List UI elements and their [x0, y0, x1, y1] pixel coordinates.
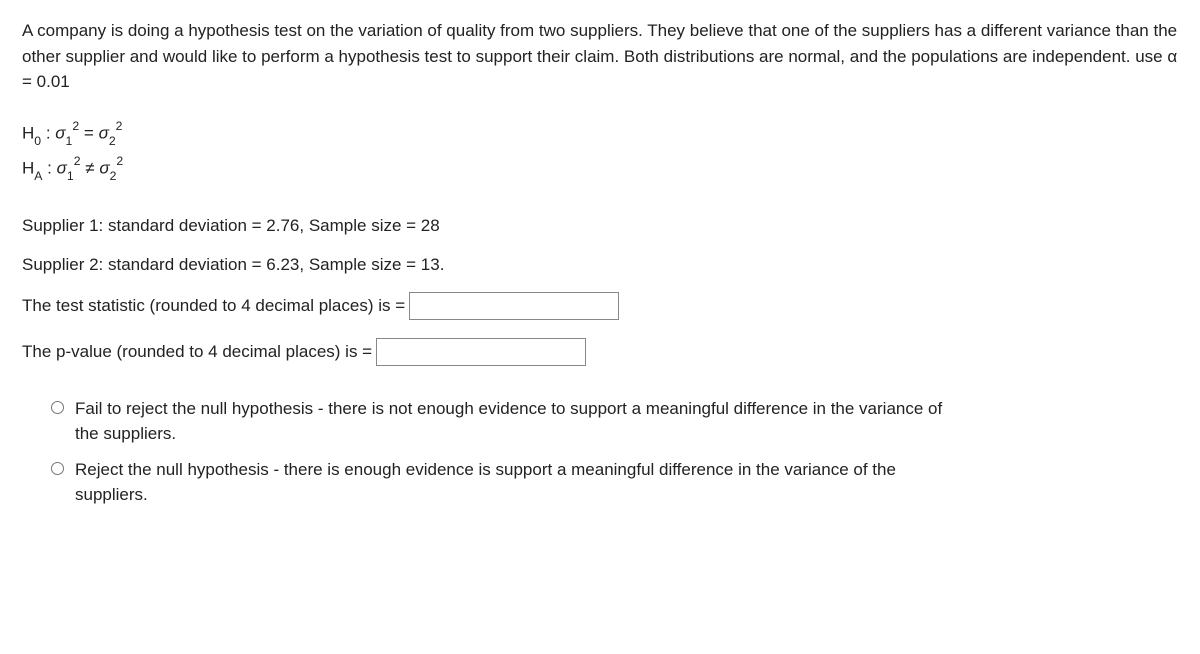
- sub-2: 2: [109, 134, 116, 148]
- sigma-2: σ: [99, 123, 109, 142]
- conclusion-options: Fail to reject the null hypothesis - the…: [22, 396, 1178, 508]
- sup-2-a: 2: [72, 119, 79, 133]
- colon-2: :: [42, 158, 56, 177]
- option-fail-to-reject[interactable]: Fail to reject the null hypothesis - the…: [46, 396, 1178, 447]
- option-reject[interactable]: Reject the null hypothesis - there is en…: [46, 457, 1178, 508]
- radio-reject[interactable]: [51, 462, 64, 475]
- pvalue-row: The p-value (rounded to 4 decimal places…: [22, 338, 1178, 366]
- ha-subscript: A: [34, 169, 42, 183]
- sup-2-b: 2: [116, 119, 123, 133]
- test-statistic-input[interactable]: [409, 292, 619, 320]
- supplier-2-info: Supplier 2: standard deviation = 6.23, S…: [22, 252, 1178, 278]
- option-2-label: Reject the null hypothesis - there is en…: [75, 457, 955, 508]
- sup-2-d: 2: [116, 154, 123, 168]
- supplier-1-info: Supplier 1: standard deviation = 2.76, S…: [22, 213, 1178, 239]
- test-statistic-label: The test statistic (rounded to 4 decimal…: [22, 293, 405, 319]
- pvalue-input[interactable]: [376, 338, 586, 366]
- sub-1b: 1: [67, 169, 74, 183]
- sup-2-c: 2: [74, 154, 81, 168]
- radio-fail-to-reject[interactable]: [51, 401, 64, 414]
- sub-2b: 2: [110, 169, 117, 183]
- h0-symbol: H: [22, 123, 34, 142]
- colon: :: [41, 123, 55, 142]
- hypotheses-block: H0 : σ12 = σ22 HA : σ12 ≠ σ22: [22, 117, 1178, 185]
- sub-1: 1: [66, 134, 73, 148]
- pvalue-label: The p-value (rounded to 4 decimal places…: [22, 339, 372, 365]
- not-equals-sign: ≠: [85, 158, 94, 177]
- equals-sign: =: [84, 123, 94, 142]
- problem-intro: A company is doing a hypothesis test on …: [22, 18, 1178, 95]
- sigma-1b: σ: [57, 158, 67, 177]
- alt-hypothesis: HA : σ12 ≠ σ22: [22, 152, 1178, 185]
- sigma-2b: σ: [99, 158, 109, 177]
- sigma-1: σ: [55, 123, 65, 142]
- test-statistic-row: The test statistic (rounded to 4 decimal…: [22, 292, 1178, 320]
- h0-subscript: 0: [34, 134, 41, 148]
- option-1-label: Fail to reject the null hypothesis - the…: [75, 396, 955, 447]
- ha-symbol: H: [22, 158, 34, 177]
- null-hypothesis: H0 : σ12 = σ22: [22, 117, 1178, 150]
